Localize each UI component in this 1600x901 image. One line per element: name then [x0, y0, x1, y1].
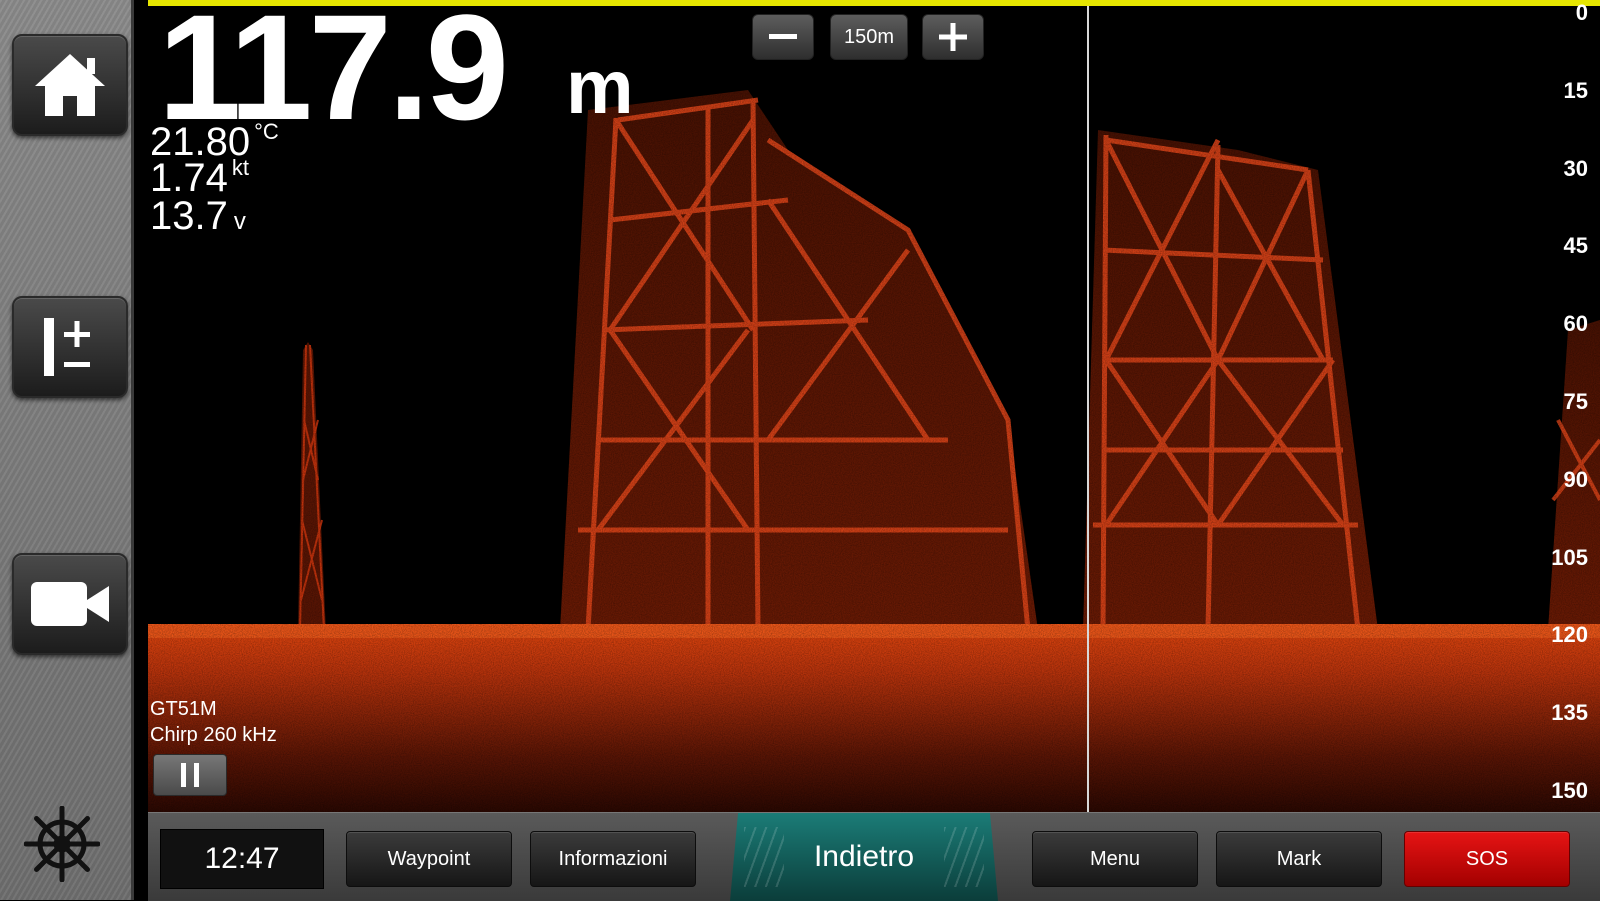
range-adjust-icon — [44, 318, 90, 376]
range-label: 150m — [843, 25, 895, 48]
back-button-label: Indietro — [813, 840, 915, 873]
mark-button[interactable]: Mark — [1216, 831, 1382, 887]
depth-scale-label: 90 — [1563, 466, 1588, 492]
voltage-readout: 13.7 v — [150, 196, 246, 236]
depth-scale-label: 120 — [1551, 622, 1588, 648]
menu-button[interactable]: Menu — [1032, 831, 1198, 887]
home-button[interactable] — [12, 34, 128, 136]
transducer-frequency: Chirp 260 kHz — [150, 724, 277, 746]
depth-scale-label: 0 — [1575, 0, 1588, 25]
voltage-unit: v — [233, 208, 246, 235]
left-sidebar — [0, 0, 134, 900]
depth-scale-label: 15 — [1563, 77, 1588, 103]
depth-scale-label: 30 — [1563, 155, 1588, 181]
back-button[interactable]: Indietro — [730, 813, 998, 901]
cursor-line — [1087, 6, 1089, 812]
depth-scale-label: 45 — [1563, 233, 1588, 259]
depth-scale-label: 105 — [1551, 544, 1588, 570]
waypoint-button[interactable]: Waypoint — [346, 831, 512, 887]
temperature-unit: °C — [254, 119, 279, 144]
home-icon — [35, 54, 105, 116]
range-adjust-button[interactable] — [12, 296, 128, 398]
info-button[interactable]: Informazioni — [530, 831, 696, 887]
plus-icon — [939, 23, 967, 51]
depth-scale-label: 135 — [1551, 700, 1588, 726]
depth-scale-label: 60 — [1563, 311, 1588, 337]
sos-button[interactable]: SOS — [1404, 831, 1570, 887]
pause-button[interactable] — [153, 754, 227, 796]
depth-scale-label: 150 — [1551, 778, 1588, 803]
minus-icon — [769, 34, 797, 39]
pause-icon — [181, 763, 199, 787]
range-increase-button[interactable] — [922, 14, 984, 60]
voltage-value: 13.7 — [150, 194, 228, 238]
bottom-bar: 12:47 Waypoint Informazioni Indietro Men… — [148, 812, 1600, 901]
depth-unit: m — [566, 45, 634, 130]
transducer-model: GT51M — [150, 698, 217, 720]
speed-readout: 1.74 kt — [150, 155, 249, 198]
video-button[interactable] — [12, 553, 128, 655]
video-camera-icon — [31, 582, 109, 626]
range-decrease-button[interactable] — [752, 14, 814, 60]
depth-scale-label: 75 — [1563, 389, 1588, 414]
ship-wheel-icon[interactable] — [24, 806, 100, 882]
range-value: 150m — [830, 14, 908, 60]
clock: 12:47 — [160, 829, 324, 889]
speed-unit: kt — [231, 155, 249, 180]
